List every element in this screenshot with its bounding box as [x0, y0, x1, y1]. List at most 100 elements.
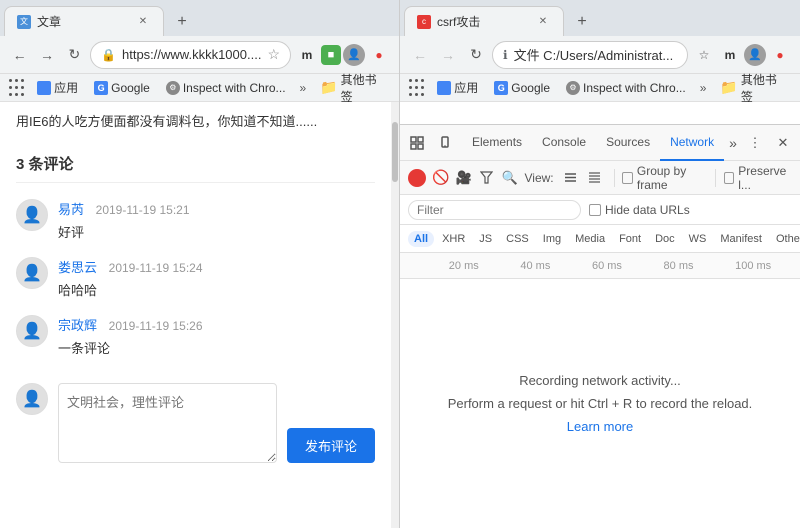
right-profile-icon[interactable]: 👤 [744, 44, 766, 66]
empty-line1: Recording network activity... [519, 373, 681, 388]
learn-more-link[interactable]: Learn more [567, 419, 633, 434]
network-toolbar: 🚫 🎥 🔍 View: Group [400, 161, 800, 195]
left-address-text: https://www.kkkk1000.... [122, 47, 261, 62]
search-network-icon[interactable]: 🔍 [501, 168, 518, 188]
right-close-circle-icon[interactable]: ● [768, 43, 792, 67]
article-intro: 用IE6的人吃方便面都没有调料包，你知道不知道...... [16, 112, 375, 133]
comment-time-1: 2019-11-19 15:24 [109, 261, 203, 275]
camera-icon[interactable]: 🎥 [455, 168, 472, 188]
timeline-labels: 20 ms 40 ms 60 ms 80 ms 100 ms [428, 260, 792, 272]
type-btn-all[interactable]: All [408, 231, 434, 247]
avatar-2: 👤 [16, 315, 48, 347]
preserve-log-checkbox[interactable] [724, 172, 734, 184]
m-btn[interactable]: m [295, 43, 319, 67]
devtools-close-icon[interactable]: ✕ [770, 130, 796, 156]
right-m-btn[interactable]: m [718, 43, 742, 67]
type-btn-ws[interactable]: WS [683, 231, 713, 247]
type-btn-doc[interactable]: Doc [649, 231, 681, 247]
right-tab-close[interactable]: ✕ [535, 14, 551, 30]
star-icon[interactable]: ☆ [267, 46, 280, 63]
type-btn-media[interactable]: Media [569, 231, 611, 247]
right-back-btn[interactable]: ← [408, 43, 432, 67]
type-btn-img[interactable]: Img [537, 231, 567, 247]
view-detail-btn[interactable] [584, 167, 606, 189]
bookmark-apps[interactable]: 应用 [31, 77, 84, 98]
left-tab-close[interactable]: ✕ [135, 14, 151, 30]
right-star-btn[interactable]: ☆ [692, 43, 716, 67]
devtools-tab-console[interactable]: Console [532, 125, 596, 161]
comments-count: 3 条评论 [16, 153, 375, 183]
left-refresh-btn[interactable]: ↻ [63, 43, 86, 67]
other-bookmarks-right[interactable]: 📁 其他书签 [714, 69, 792, 107]
left-toolbar-actions: m ■ 👤 ● [295, 43, 391, 67]
type-btn-font[interactable]: Font [613, 231, 647, 247]
right-new-tab-btn[interactable]: + [568, 8, 596, 36]
view-toggle [560, 167, 606, 189]
hide-data-checkbox[interactable] [589, 204, 601, 216]
close-circle-icon[interactable]: ● [367, 43, 391, 67]
comment-textarea[interactable] [58, 383, 277, 463]
devtools-tab-sources[interactable]: Sources [596, 125, 660, 161]
type-btn-js[interactable]: JS [473, 231, 498, 247]
type-btn-css[interactable]: CSS [500, 231, 535, 247]
right-forward-btn[interactable]: → [436, 43, 460, 67]
left-new-tab-btn[interactable]: + [168, 8, 196, 36]
stop-btn[interactable]: 🚫 [432, 169, 449, 187]
type-btn-manifest[interactable]: Manifest [714, 231, 768, 247]
preserve-log-label[interactable]: Preserve l... [724, 164, 792, 192]
right-refresh-btn[interactable]: ↻ [464, 43, 488, 67]
right-tab-active[interactable]: c csrf攻击 ✕ [404, 6, 564, 36]
left-scrollbar[interactable] [391, 102, 399, 528]
left-content-area[interactable]: 用IE6的人吃方便面都没有调料包，你知道不知道...... 3 条评论 👤 易芮… [0, 102, 391, 528]
type-btn-other[interactable]: Other [770, 231, 800, 247]
devtools-actions: ⋮ ✕ [742, 130, 796, 156]
left-bookmarks-right: 📁 其他书签 [314, 69, 391, 107]
right-apps-icon[interactable] [408, 78, 427, 98]
devtools-more-tabs[interactable]: » [724, 130, 742, 156]
right-toolbar-actions: ☆ m 👤 ● [692, 43, 792, 67]
devtools-tab-elements[interactable]: Elements [462, 125, 532, 161]
right-address-bar[interactable]: ℹ 文件 C:/Users/Administrat... [492, 41, 688, 69]
toolbar-separator-2 [715, 169, 716, 187]
left-back-btn[interactable]: ← [8, 43, 31, 67]
comment-input-area: 👤 发布评论 [16, 373, 375, 463]
other-bookmarks-left[interactable]: 📁 其他书签 [314, 69, 391, 107]
right-content: Elements Console Sources Network » ⋮ ✕ [400, 102, 800, 528]
right-lock-icon: ℹ [503, 48, 508, 62]
right-bookmark-google[interactable]: G Google [488, 79, 556, 97]
bookmark-inspect[interactable]: ⚙ Inspect with Chro... [160, 79, 292, 97]
filter-input[interactable] [408, 200, 581, 220]
right-bookmark-apps[interactable]: 应用 [431, 77, 484, 98]
extension-icon[interactable]: ■ [321, 45, 341, 65]
devtools-tab-network[interactable]: Network [660, 125, 724, 161]
bookmarks-more-btn[interactable]: » [296, 79, 311, 97]
comment-time-0: 2019-11-19 15:21 [96, 203, 190, 217]
timeline-label-2: 60 ms [592, 260, 622, 272]
right-empty-top [400, 102, 800, 122]
devtools-tabs-bar: Elements Console Sources Network » ⋮ ✕ [400, 125, 800, 161]
left-forward-btn[interactable]: → [35, 43, 58, 67]
left-address-bar[interactable]: 🔒 https://www.kkkk1000.... ☆ [90, 41, 291, 69]
view-list-btn[interactable] [560, 167, 582, 189]
group-by-frame-label[interactable]: Group by frame [622, 164, 707, 192]
devtools-settings-icon[interactable]: ⋮ [742, 130, 768, 156]
mobile-icon[interactable] [432, 130, 458, 156]
scrollbar-thumb[interactable] [392, 122, 398, 182]
group-by-frame-checkbox[interactable] [622, 172, 632, 184]
filter-icon[interactable] [478, 168, 495, 188]
right-bookmarks-more-btn[interactable]: » [696, 79, 711, 97]
type-btn-xhr[interactable]: XHR [436, 231, 471, 247]
profile-icon[interactable]: 👤 [343, 44, 365, 66]
scrollbar-track [391, 102, 399, 528]
inspector-icon[interactable] [404, 130, 430, 156]
right-bookmark-inspect[interactable]: ⚙ Inspect with Chro... [560, 79, 692, 97]
record-btn[interactable] [408, 169, 426, 187]
apps-icon[interactable] [8, 78, 27, 98]
bookmark-google[interactable]: G Google [88, 79, 156, 97]
hide-data-urls-label[interactable]: Hide data URLs [589, 203, 690, 217]
toolbar-separator-1 [614, 169, 615, 187]
submit-comment-btn[interactable]: 发布评论 [287, 428, 375, 463]
left-tab-active[interactable]: 文 文章 ✕ [4, 6, 164, 36]
right-favicon: c [417, 15, 431, 29]
type-filter-bar: All XHR JS CSS Img Media Font Doc WS Man… [400, 225, 800, 253]
